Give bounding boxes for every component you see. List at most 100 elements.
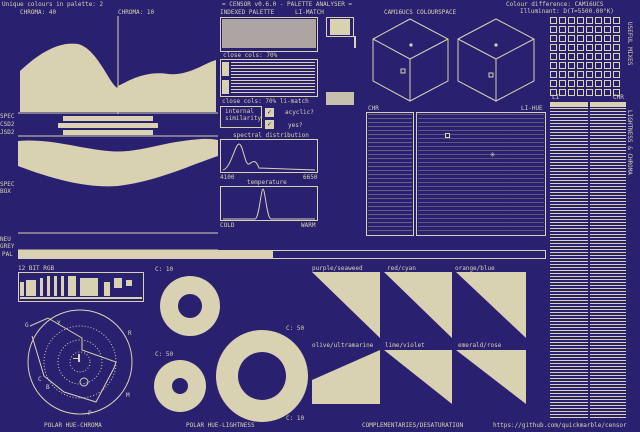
mix-cell[interactable] [586,44,593,51]
mix-cell[interactable] [604,26,611,33]
li-match-mid-fill [326,92,354,105]
palette-bar-fill [19,251,273,258]
mix-cell[interactable] [559,53,566,60]
mix-cell[interactable] [559,62,566,69]
acyclic-checkbox[interactable]: ✓ [265,108,274,117]
mix-cell[interactable] [568,71,575,78]
mix-cell[interactable] [550,17,557,24]
mix-cell[interactable] [559,71,566,78]
mix-cell[interactable] [604,35,611,42]
mix-cell[interactable] [595,17,602,24]
spectral-low-label: 4100 [220,174,235,181]
mix-cell[interactable] [613,62,620,69]
mix-cell[interactable] [613,35,620,42]
mix-cell[interactable] [577,53,584,60]
mix-cell[interactable] [577,71,584,78]
mix-cell[interactable] [586,26,593,33]
mix-cell[interactable] [568,26,575,33]
mix-cell[interactable] [595,71,602,78]
mix-cell[interactable] [595,89,602,96]
mix-cell[interactable] [550,71,557,78]
mix-cell[interactable] [595,62,602,69]
mix-cell[interactable] [586,53,593,60]
mix-cell[interactable] [604,53,611,60]
cam16-label: CAM16UCS COLOURSPACE [384,9,457,16]
mix-cell[interactable] [568,35,575,42]
mix-cell[interactable] [586,17,593,24]
mix-cell[interactable] [604,89,611,96]
mix-cell[interactable] [568,62,575,69]
mix-cell[interactable] [595,44,602,51]
mix-cell[interactable] [577,17,584,24]
mix-cell[interactable] [568,17,575,24]
lightness-stripes [550,108,588,420]
mix-cell[interactable] [559,35,566,42]
mix-cell[interactable] [577,35,584,42]
mix-cell[interactable] [550,26,557,33]
mix-cell[interactable] [550,35,557,42]
mix-cell[interactable] [559,17,566,24]
mix-cell[interactable] [550,80,557,87]
mix-cell[interactable] [604,44,611,51]
mix-cell[interactable] [595,80,602,87]
mix-cell[interactable] [604,17,611,24]
mix-cell[interactable] [550,44,557,51]
mix-cell[interactable] [568,89,575,96]
mix-cell[interactable] [559,44,566,51]
mix-cell[interactable] [613,17,620,24]
mix-cell[interactable] [604,71,611,78]
mix-cell[interactable] [586,80,593,87]
mix-cell[interactable] [568,80,575,87]
temperature-curve [223,188,315,220]
spec2-label: SPEC [0,181,15,188]
mix-cell[interactable] [568,44,575,51]
li-label: LI [552,94,560,101]
mix-cell[interactable] [595,35,602,42]
li-hue-point-star: ✳ [490,150,496,160]
mix-cell[interactable] [577,62,584,69]
mix-cell[interactable] [577,80,584,87]
polar-hue-chroma-label: POLAR HUE-CHROMA [44,422,102,429]
mix-cell[interactable] [613,44,620,51]
olive-ultramarine-label: olive/ultramarine [312,342,374,349]
mix-cell[interactable] [577,44,584,51]
mix-cell[interactable] [577,26,584,33]
mix-cell[interactable] [550,53,557,60]
illuminant-text: Illuminant: D(T=5500.00°K) [520,8,614,15]
indexed-palette-swatches[interactable] [222,19,316,48]
mix-cell[interactable] [595,53,602,60]
mix-cell[interactable] [586,62,593,69]
chr-panel-lines [368,114,412,234]
lime-violet-label: lime/violet [385,342,425,349]
mix-cell[interactable] [613,53,620,60]
mix-cell[interactable] [613,80,620,87]
mix-cell[interactable] [604,80,611,87]
neu-label: NEU [0,236,11,243]
mix-cell[interactable] [559,89,566,96]
mix-cell[interactable] [577,89,584,96]
mix-cell[interactable] [586,35,593,42]
mix-cell[interactable] [586,89,593,96]
mix-cell[interactable] [613,71,620,78]
purple-seaweed-label: purple/seaweed [312,265,363,272]
mix-cell[interactable] [559,26,566,33]
github-link[interactable]: https://github.com/quickmarble/censor [493,422,627,429]
rgb12-comb [20,276,142,299]
mix-cell[interactable] [559,80,566,87]
yes-label: yes? [288,122,303,129]
mix-cell[interactable] [613,26,620,33]
yes-checkbox[interactable]: ✓ [265,120,274,129]
app-title: = CENSOR v0.6.0 - PALETTE ANALYSER = [222,1,353,8]
cam16-cubes [372,18,535,102]
mix-cell[interactable] [568,53,575,60]
chr-label-b: CHR [613,94,624,101]
polar-letter-m: M [126,392,130,399]
mix-cell[interactable] [586,71,593,78]
red-cyan-label: red/cyan [387,265,416,272]
mix-cell[interactable] [595,26,602,33]
mix-cell[interactable] [550,62,557,69]
mix-cell[interactable] [604,62,611,69]
li-hue-grid [418,114,544,234]
indexed-palette-label: INDEXED PALETTE [220,9,275,16]
polar-letter-g: G [25,322,29,329]
